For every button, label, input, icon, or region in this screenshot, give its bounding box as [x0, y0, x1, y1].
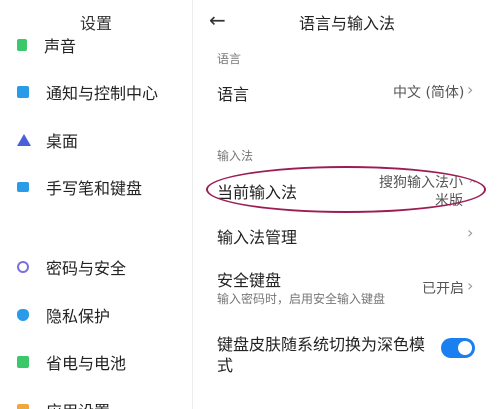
highlight-annotation-ellipse: [206, 166, 486, 213]
sidebar-item-label: 应用设置: [46, 398, 110, 409]
language-input-panel: ← 语言与输入法 语言 语言 中文 (简体) › 输入法 当前输入法 搜狗输入法…: [193, 0, 500, 409]
sidebar-item-sound[interactable]: 声音: [17, 31, 76, 59]
sidebar-item-desktop[interactable]: 桌面: [17, 126, 78, 154]
toggle-knob: [458, 341, 472, 355]
back-arrow-icon[interactable]: ←: [209, 8, 226, 32]
sidebar-item-label: 密码与安全: [46, 259, 127, 278]
sidebar-item-stylus-keyboard[interactable]: 手写笔和键盘: [17, 173, 142, 201]
sidebar-item-password-security[interactable]: 密码与安全: [17, 253, 126, 281]
sidebar-item-apps[interactable]: 应用设置: [17, 396, 110, 409]
sidebar-item-label: 桌面: [46, 132, 79, 151]
keyboard-icon: [17, 182, 29, 192]
chevron-right-icon: ›: [467, 80, 474, 99]
secure-keyboard-label: 安全键盘: [217, 271, 282, 290]
settings-sidebar: 设置 声音 通知与控制中心 桌面 手写笔和键盘 密码与安全 隐私保护 省电与电池…: [0, 0, 192, 409]
fingerprint-icon: [17, 261, 29, 273]
section-header-language: 语言: [217, 52, 242, 66]
chevron-right-icon: ›: [467, 276, 474, 295]
secure-keyboard-description: 输入密码时，启用安全输入键盘: [217, 292, 386, 306]
keyboard-skin-label-line1: 键盘皮肤随系统切换为深色模: [217, 335, 426, 354]
sidebar-item-privacy[interactable]: 隐私保护: [17, 301, 110, 329]
privacy-icon: [17, 309, 29, 321]
page-title: 语言与输入法: [298, 14, 395, 33]
sidebar-item-label: 手写笔和键盘: [46, 179, 143, 198]
sidebar-item-label: 声音: [44, 37, 77, 56]
sound-icon: [17, 39, 27, 51]
input-method-management-label: 输入法管理: [217, 228, 298, 247]
keyboard-skin-label-line2: 式: [217, 356, 234, 375]
notification-icon: [17, 86, 29, 98]
apps-icon: [17, 404, 29, 409]
home-icon: [17, 134, 31, 146]
chevron-right-icon: ›: [467, 223, 474, 242]
sidebar-item-notifications[interactable]: 通知与控制中心: [17, 78, 158, 106]
sidebar-item-battery[interactable]: 省电与电池: [17, 348, 126, 376]
secure-keyboard-status: 已开启: [422, 281, 464, 297]
keyboard-skin-toggle[interactable]: [441, 338, 475, 358]
language-value: 中文 (简体): [393, 85, 465, 101]
battery-icon: [17, 356, 29, 368]
sidebar-item-label: 省电与电池: [46, 354, 127, 373]
sidebar-item-label: 通知与控制中心: [46, 84, 159, 103]
sidebar-item-label: 隐私保护: [46, 307, 111, 326]
section-header-input-method: 输入法: [217, 149, 254, 163]
language-label: 语言: [217, 85, 250, 104]
